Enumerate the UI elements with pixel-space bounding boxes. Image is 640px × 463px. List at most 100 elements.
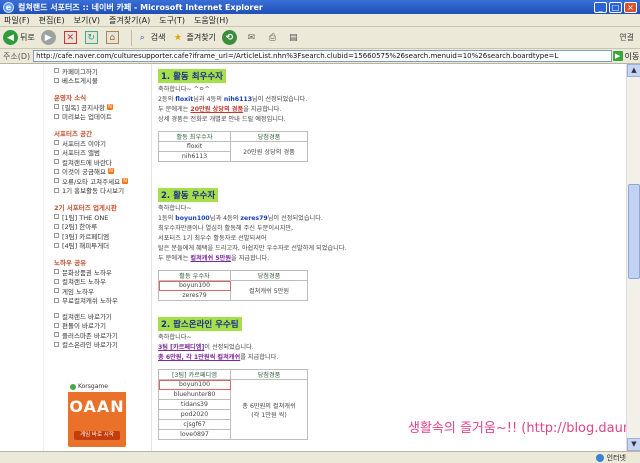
checkbox-icon [54, 77, 59, 83]
minimize-button[interactable]: _ [594, 1, 607, 13]
sidebar-item[interactable]: 서포터즈 이야기 [50, 138, 151, 148]
address-input[interactable]: http://cafe.naver.com/culturesupporter.c… [33, 50, 612, 62]
article-line: 최우수자만큼이나 열심히 활동해 주신 두분이시지만, [158, 225, 294, 232]
scroll-down-icon[interactable]: ▼ [627, 438, 640, 451]
article-line: 축하합니다~ ^ㅇ^ [158, 86, 210, 93]
back-button[interactable]: ◀ 뒤로 [3, 30, 35, 45]
edit-button[interactable]: ▤ [287, 31, 302, 44]
history-button[interactable]: ⟲ [221, 30, 239, 45]
menu-file[interactable]: 파일(F) [4, 15, 30, 26]
menu-help[interactable]: 도움말(H) [194, 15, 228, 26]
table-header: 당첨경품 [230, 270, 308, 281]
sidebar-item-label: 서포터즈 앨범 [62, 149, 100, 158]
prize-line: 총 6만원의 컬쳐캐쉬 [242, 402, 296, 410]
sidebar-item[interactable]: 미리보는 업데이트 [50, 112, 151, 121]
sidebar-item-label: 서포터즈 이야기 [62, 139, 106, 148]
new-badge-icon: N [122, 177, 129, 184]
sidebar-item[interactable]: 컬쳐랜드에 바란다 [50, 157, 151, 167]
zone-label: 인터넷 [606, 453, 626, 462]
sidebar-item[interactable]: 컬스온라인 바로가기 [50, 340, 151, 349]
menu-view[interactable]: 보기(V) [74, 15, 100, 26]
refresh-button[interactable]: ↻ [84, 31, 100, 44]
checkbox-icon [54, 288, 59, 294]
mail-button[interactable]: ✉ [245, 31, 260, 44]
favorites-button[interactable]: ★ 즐겨찾기 [171, 31, 216, 44]
prize-line: (각 1만원 씩) [251, 411, 287, 419]
banner-logo-text: Korsgame [78, 383, 108, 390]
table-cell: love0897 [158, 429, 231, 440]
new-badge-icon: N [107, 168, 114, 175]
sidebar-item[interactable]: 문화상품권 노하우 [50, 267, 151, 277]
team-name: 3팀 [카르페디엠] [158, 344, 205, 351]
forward-button[interactable]: ▶ [40, 30, 58, 45]
sidebar-item[interactable]: 플러스마존 바로가기 [50, 330, 151, 340]
sidebar-item[interactable]: 이것이 궁금해요 N [50, 167, 151, 176]
scroll-thumb[interactable] [628, 184, 640, 279]
article-line: 탈은 분들에게 혜택을 드리고자, 아쉽지만 우수자로 선발하게 되었습니다. [158, 245, 347, 252]
stop-button[interactable]: ✕ [63, 31, 79, 44]
scroll-up-icon[interactable]: ▲ [627, 64, 640, 77]
maximize-button[interactable]: □ [609, 1, 622, 13]
back-arrow-icon: ◀ [3, 30, 18, 45]
menu-edit[interactable]: 편집(E) [39, 15, 65, 26]
sidebar-item-label: 카페미그하기 [62, 67, 98, 76]
sidebar-item[interactable]: 베스트게시물 [50, 76, 151, 85]
search-label: 검색 [150, 33, 166, 42]
page-content: 카페미그하기 베스트게시물 운영자 소식 [필독] 공지사항 N 미리보는 업데이… [0, 64, 626, 451]
article-line: 축하합니다~ [158, 334, 192, 341]
sidebar-item[interactable]: 서포터즈 앨범 [50, 148, 151, 158]
sidebar-item[interactable]: 1기 홍보활동 다시보기 [50, 186, 151, 195]
menu-favorites[interactable]: 즐겨찾기(A) [109, 15, 150, 26]
links-label[interactable]: 연결 [619, 32, 634, 43]
window-title: 컬쳐랜드 서포터즈 :: 네이버 카페 - Microsoft Internet… [18, 2, 263, 12]
go-button[interactable]: ▶ 이동 [612, 51, 640, 62]
article-line: 2등의 floxit님과 4등의 nih6113님이 선정되었습니다. [158, 96, 308, 103]
new-badge-icon: N [107, 103, 114, 110]
checkbox-icon [54, 159, 59, 165]
article-line: 두 분에게는 20만원 상당의 경품을 지급합니다. [158, 106, 282, 113]
sidebar-item[interactable]: 무료컬쳐캐쉬 노하우 [50, 296, 151, 305]
vertical-scrollbar[interactable]: ▲ ▼ [626, 64, 640, 451]
back-label: 뒤로 [20, 33, 35, 42]
article-line: 3팀 [카르페디엠]이 선정되었습니다. [158, 344, 254, 351]
table-cell: floxit [158, 141, 231, 152]
sidebar-item[interactable]: [필독] 공지사항 N [50, 102, 151, 112]
sidebar-item[interactable]: 게임 노하우 [50, 286, 151, 296]
table-cell: 컬쳐캐쉬 5만원 [230, 280, 308, 301]
sidebar-item[interactable]: 편돌이 바로가기 [50, 321, 151, 330]
checkbox-icon [54, 223, 59, 229]
close-button[interactable]: × [624, 1, 637, 13]
sidebar-item[interactable]: [1팀] THE ONE [50, 212, 151, 222]
table-header: 당첨경품 [230, 369, 308, 380]
print-button[interactable]: ⎙ [266, 31, 281, 44]
table-header: [3팀] 카르페디엠 [158, 369, 231, 380]
checkbox-icon [54, 278, 59, 284]
table-header: 활동 최우수자 [158, 131, 231, 142]
sidebar-item[interactable]: [2팀] 한아루 [50, 222, 151, 231]
sidebar-item[interactable]: 오류/오타 고쳐주세요 N [50, 176, 151, 186]
sidebar-item-label: 문화상품권 노하우 [62, 268, 112, 277]
checkbox-icon [54, 313, 59, 319]
menu-tools[interactable]: 도구(T) [159, 15, 185, 26]
sidebar-item[interactable]: 컬쳐랜드 노하우 [50, 277, 151, 286]
table-cell: 총 6만원의 컬쳐캐쉬 (각 1만원 씩) [230, 379, 308, 440]
home-button[interactable]: ⌂ [105, 31, 121, 44]
banner-start-button[interactable]: 게임 바로 시작 [74, 431, 120, 440]
go-label: 이동 [624, 51, 640, 61]
sidebar-item[interactable]: 컬쳐랜드 바로가기 [50, 311, 151, 321]
favorites-label: 즐겨찾기 [186, 33, 216, 42]
sidebar-item[interactable]: [3팀] 카르페디엠 [50, 231, 151, 241]
table-cell: cjsgf67 [158, 419, 231, 430]
article-line: 축하합니다~ [158, 205, 192, 212]
game-banner[interactable]: Korsgame OAAN 게임 바로 시작 [68, 381, 126, 447]
sidebar-item-label: 게임 노하우 [62, 287, 94, 296]
window-title-bar[interactable]: e 컬쳐랜드 서포터즈 :: 네이버 카페 - Microsoft Intern… [0, 0, 640, 14]
article-body: 1. 활동 최우수자 축하합니다~ ^ㅇ^ 2등의 floxit님과 4등의 n… [152, 64, 626, 451]
search-button[interactable]: ⌕ 검색 [136, 31, 166, 44]
section-title: 2. 활동 우수자 [158, 188, 219, 202]
sidebar-item[interactable]: [4팀] 해피투게더 [50, 241, 151, 250]
sidebar-item[interactable]: 카페미그하기 [50, 66, 151, 76]
star-icon: ★ [173, 32, 182, 43]
table-cell: bluehunter80 [158, 389, 231, 400]
winner-name: zeres79 [240, 215, 268, 222]
